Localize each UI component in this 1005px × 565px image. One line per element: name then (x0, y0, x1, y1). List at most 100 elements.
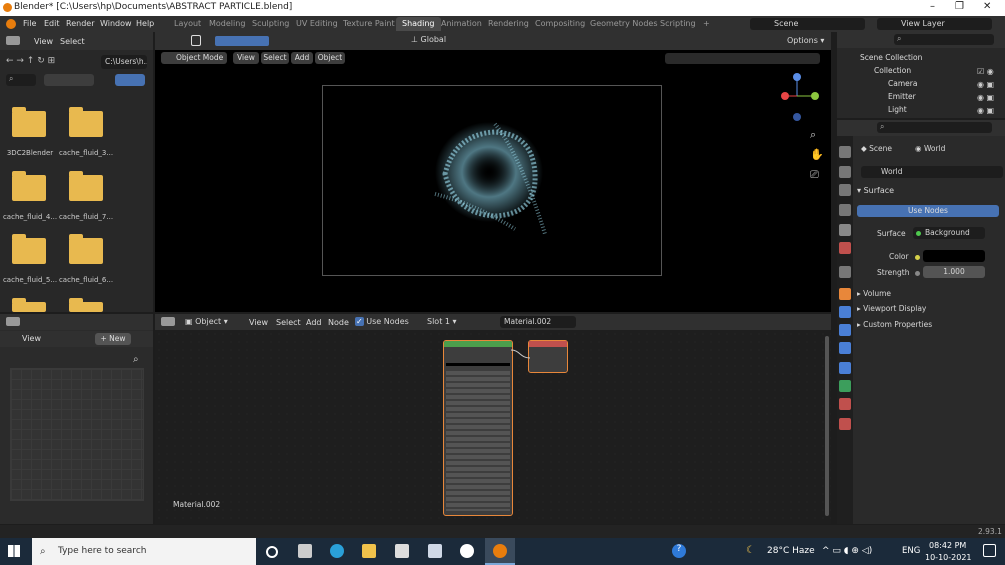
scene-selector[interactable]: Scene (750, 18, 865, 30)
taskbar-search-box[interactable]: Type here to search (32, 538, 256, 565)
outliner-item-emitter[interactable]: Emitter (888, 92, 916, 101)
new-image-button[interactable]: + New (95, 333, 131, 345)
image-canvas[interactable] (10, 368, 144, 501)
add-workspace-button[interactable]: + (697, 17, 716, 31)
custom-properties-panel-header[interactable]: ▸ Custom Properties (857, 320, 932, 329)
notifications-icon[interactable] (983, 544, 996, 557)
editor-type-icon[interactable] (161, 317, 175, 326)
3d-viewport[interactable]: ⊥ Global Options ▾ Object Mode View Sele… (155, 32, 831, 312)
mail-icon[interactable] (395, 544, 409, 558)
fb-menu-view[interactable]: View (34, 37, 53, 46)
scene-collection-label[interactable]: Scene Collection (860, 53, 922, 62)
language-indicator[interactable]: ENG (902, 546, 920, 556)
strength-field[interactable]: 1.000 (923, 266, 985, 278)
close-button[interactable]: ✕ (983, 1, 991, 12)
tab-layout[interactable]: Layout (168, 17, 207, 31)
object-type-dropdown[interactable]: ▣ Object ▾ (185, 317, 228, 326)
use-nodes-button[interactable]: Use Nodes (857, 205, 999, 217)
node-editor[interactable]: ▣ Object ▾ View Select Add Node ✓ Use No… (155, 314, 831, 524)
folder-icon[interactable] (12, 107, 46, 137)
visibility-icon[interactable]: ◉ ▣ (977, 106, 994, 115)
tab-sculpting[interactable]: Sculpting (246, 17, 295, 31)
constraints-tab-icon[interactable] (839, 362, 851, 374)
volume-panel-header[interactable]: ▸ Volume (857, 289, 891, 298)
windows-start-icon[interactable] (8, 545, 20, 557)
surface-shader-field[interactable]: Background (913, 227, 985, 239)
collection-tab-icon[interactable] (839, 266, 851, 278)
clock-date[interactable]: 10-10-2021 (925, 553, 972, 562)
minimize-button[interactable]: – (930, 1, 935, 12)
viewport-menu-add[interactable]: Add (291, 52, 313, 64)
outliner-item-collection[interactable]: Collection (874, 66, 911, 75)
file-explorer-icon[interactable] (362, 544, 376, 558)
tab-shading[interactable]: Shading (396, 17, 441, 31)
fb-search-icon[interactable]: ⌕ (6, 74, 36, 86)
github-icon[interactable] (460, 544, 474, 558)
view-layer-selector[interactable]: View Layer (877, 18, 992, 30)
folder-icon[interactable] (12, 234, 46, 264)
tab-texture-paint[interactable]: Texture Paint (337, 17, 401, 31)
editor-type-icon[interactable] (6, 36, 20, 45)
world-name-field[interactable]: World (861, 166, 1003, 178)
zoom-icon[interactable]: ⌕ (133, 354, 139, 365)
menu-help[interactable]: Help (136, 19, 154, 28)
cortana-icon[interactable] (266, 546, 278, 558)
tab-rendering[interactable]: Rendering (482, 17, 535, 31)
menu-window[interactable]: Window (100, 19, 132, 28)
surface-panel-header[interactable]: ▾ Surface (857, 186, 894, 195)
texture-tab-icon[interactable] (839, 418, 851, 430)
props-world-tab[interactable]: ◉ World (915, 144, 945, 153)
folder-icon[interactable] (69, 298, 103, 312)
dropbox-icon[interactable] (428, 544, 442, 558)
fb-path-field[interactable]: C:\Users\h... (101, 55, 147, 69)
fb-menu-select[interactable]: Select (60, 37, 85, 46)
folder-icon[interactable] (69, 234, 103, 264)
tab-geometry-nodes[interactable]: Geometry Nodes (584, 17, 663, 31)
task-view-icon[interactable] (298, 544, 312, 558)
modifier-tab-icon[interactable] (839, 306, 851, 318)
viewport-menu-select[interactable]: Select (261, 52, 289, 64)
props-scene-tab[interactable]: ◆ Scene (861, 144, 892, 153)
help-icon[interactable]: ? (672, 544, 686, 558)
material-tab-icon[interactable] (839, 398, 851, 410)
output-tab-icon[interactable] (839, 184, 851, 196)
select-tool-icon[interactable] (191, 35, 201, 46)
node-menu-node[interactable]: Node (328, 318, 349, 327)
tab-compositing[interactable]: Compositing (529, 17, 591, 31)
fb-display-mode[interactable] (44, 74, 94, 86)
folder-icon[interactable] (69, 107, 103, 137)
blender-menu-icon[interactable] (6, 19, 16, 29)
object-tab-icon[interactable] (839, 288, 851, 300)
edge-icon[interactable] (330, 544, 344, 558)
material-name-field[interactable]: Material.002 (500, 316, 576, 328)
tab-uv-editing[interactable]: UV Editing (290, 17, 344, 31)
use-nodes-checkbox[interactable]: ✓ Use Nodes (355, 317, 409, 326)
options-dropdown[interactable]: Options ▾ (787, 36, 824, 45)
select-mode-icons[interactable] (215, 36, 269, 46)
clock-time[interactable]: 08:42 PM (929, 541, 966, 550)
view-layer-tab-icon[interactable] (839, 204, 851, 216)
zoom-icon[interactable]: ⌕ (810, 128, 816, 142)
world-tab-icon[interactable] (839, 242, 851, 254)
visibility-icon[interactable]: ◉ ▣ (977, 80, 994, 89)
material-output-node[interactable] (528, 340, 568, 373)
hand-icon[interactable]: ✋ (810, 148, 824, 161)
visibility-icon[interactable]: ◉ ▣ (977, 93, 994, 102)
properties-search-icon[interactable]: ⌕ (877, 122, 992, 133)
tray-icons[interactable]: ^ ▭ ◖ ⊕ ◁) (822, 546, 872, 556)
particles-tab-icon[interactable] (839, 324, 851, 336)
menu-file[interactable]: File (23, 19, 36, 28)
outliner-search-icon[interactable]: ⌕ (894, 34, 994, 45)
tool-tab-icon[interactable] (839, 146, 851, 158)
ie-menu-view[interactable]: View (22, 334, 41, 343)
slot-dropdown[interactable]: Slot 1 ▾ (427, 317, 457, 326)
folder-icon[interactable] (69, 171, 103, 201)
visibility-icon[interactable]: ☑ ◉ (977, 67, 994, 76)
weather-text[interactable]: 28°C Haze (767, 546, 815, 556)
viewport-menu-view[interactable]: View (233, 52, 259, 64)
folder-icon[interactable] (12, 298, 46, 312)
fb-filter-icon[interactable] (115, 74, 145, 86)
folder-icon[interactable] (12, 171, 46, 201)
physics-tab-icon[interactable] (839, 342, 851, 354)
outliner-item-camera[interactable]: Camera (888, 79, 917, 88)
